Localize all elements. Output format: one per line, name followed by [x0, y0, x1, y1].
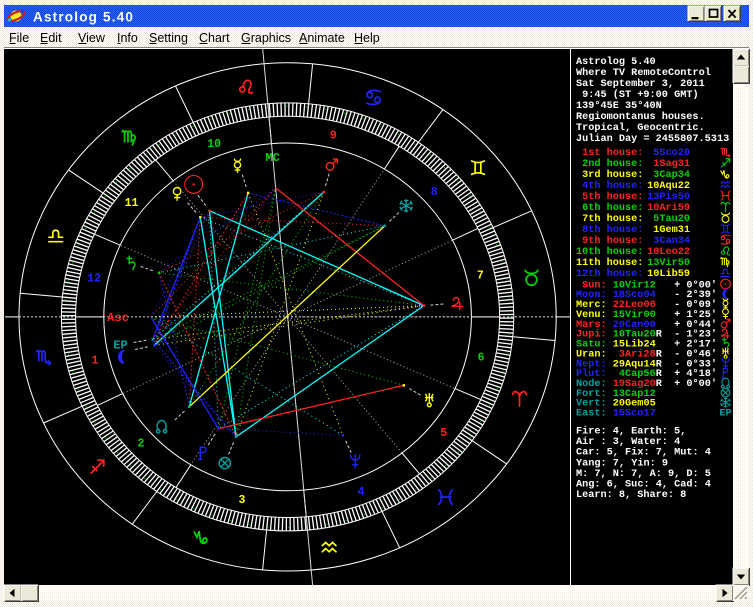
svg-text:3rd house:: 3rd house: — [576, 169, 643, 181]
svg-text:3: 3 — [238, 494, 245, 507]
svg-text:10: 10 — [207, 138, 221, 151]
svg-text:Car: 5, Fix: 7, Mut: 4: Car: 5, Fix: 7, Mut: 4 — [576, 447, 711, 459]
svg-text:Animate: Animate — [299, 31, 345, 45]
svg-text:Julian Day = 2455807.5313: Julian Day = 2455807.5313 — [576, 133, 729, 145]
svg-text:Edit: Edit — [40, 31, 62, 45]
svg-text:Asc: Asc — [107, 311, 129, 325]
svg-text:12: 12 — [87, 272, 101, 285]
svg-text:Air : 3, Water: 4: Air : 3, Water: 4 — [576, 436, 680, 448]
svg-text:1: 1 — [91, 354, 98, 367]
svg-text:10Lib59: 10Lib59 — [647, 268, 690, 280]
svg-text:Graphics: Graphics — [241, 31, 291, 45]
svg-text:EP: EP — [719, 409, 731, 420]
svg-text:Regiomontanus houses.: Regiomontanus houses. — [576, 111, 705, 123]
svg-text:Chart: Chart — [199, 31, 230, 45]
svg-text:8: 8 — [431, 186, 438, 199]
svg-text:Astrolog 5.40: Astrolog 5.40 — [576, 56, 656, 68]
svg-text:5Tau20: 5Tau20 — [653, 214, 690, 225]
svg-text:139°45E 35°40N: 139°45E 35°40N — [576, 100, 662, 112]
svg-text:3Can34: 3Can34 — [653, 236, 690, 247]
svg-text:5Sco20: 5Sco20 — [653, 148, 690, 159]
svg-text:View: View — [78, 31, 106, 45]
svg-text:M: 7, N: 7, A: 9, D: 5: M: 7, N: 7, A: 9, D: 5 — [576, 469, 711, 480]
svg-text:10Ari59: 10Ari59 — [647, 202, 690, 214]
svg-text:8th house:: 8th house: — [576, 224, 643, 236]
svg-text:Help: Help — [354, 31, 380, 45]
svg-text:12th house:: 12th house: — [576, 268, 643, 280]
svg-text:5: 5 — [440, 427, 447, 440]
svg-text:15Sco17: 15Sco17 — [613, 409, 656, 420]
svg-text:Fire: 4, Earth: 5,: Fire: 4, Earth: 5, — [576, 426, 686, 438]
svg-text:+ 0°00': + 0°00' — [674, 378, 717, 390]
svg-text:Astrolog 5.40: Astrolog 5.40 — [33, 10, 134, 25]
svg-text:9th house:: 9th house: — [576, 235, 643, 247]
svg-text:EP: EP — [113, 339, 127, 353]
svg-text:3Cap34: 3Cap34 — [653, 170, 690, 181]
svg-text:10Aqu22: 10Aqu22 — [647, 181, 690, 192]
svg-text:7th house:: 7th house: — [576, 213, 643, 225]
svg-text:10th house:: 10th house: — [576, 246, 643, 258]
svg-text:MC: MC — [265, 151, 279, 165]
svg-text:R: R — [656, 379, 663, 390]
svg-text:4: 4 — [358, 486, 365, 499]
svg-text:13Vir50: 13Vir50 — [647, 257, 690, 269]
svg-text:6: 6 — [478, 351, 485, 364]
svg-text:Learn: 8, Share: 8: Learn: 8, Share: 8 — [576, 489, 686, 501]
svg-text:Yang: 7, Yin: 9: Yang: 7, Yin: 9 — [576, 457, 668, 469]
svg-text:11: 11 — [125, 197, 139, 210]
svg-text:Info: Info — [117, 31, 138, 45]
svg-text:6th house:: 6th house: — [576, 202, 643, 214]
svg-text:1st house:: 1st house: — [576, 147, 643, 159]
svg-text:R: R — [656, 330, 663, 341]
svg-text:9: 9 — [330, 130, 337, 143]
svg-text:Tropical, Geocentric.: Tropical, Geocentric. — [576, 122, 705, 134]
svg-text:Where TV RemoteControl: Where TV RemoteControl — [576, 67, 711, 79]
svg-text:East:: East: — [576, 409, 607, 420]
svg-text:1Sag31: 1Sag31 — [653, 159, 690, 170]
svg-text:1Gem31: 1Gem31 — [653, 225, 690, 236]
svg-text:13Pis50: 13Pis50 — [647, 191, 690, 203]
svg-text:5th house:: 5th house: — [576, 191, 643, 203]
svg-text:9:45 (ST +9:00 GMT): 9:45 (ST +9:00 GMT) — [576, 89, 699, 101]
svg-text:Ang: 6, Suc: 4, Cad: 4: Ang: 6, Suc: 4, Cad: 4 — [576, 479, 711, 491]
svg-text:7: 7 — [477, 270, 484, 283]
svg-text:10Leo22: 10Leo22 — [647, 247, 690, 258]
svg-text:2: 2 — [138, 438, 145, 451]
svg-text:2nd house:: 2nd house: — [576, 158, 643, 170]
svg-text:Sat September 3, 2011: Sat September 3, 2011 — [576, 78, 705, 90]
svg-text:4th house:: 4th house: — [576, 180, 643, 192]
svg-text:11th house:: 11th house: — [576, 257, 643, 269]
svg-text:Setting: Setting — [149, 31, 188, 45]
svg-text:File: File — [9, 31, 29, 45]
